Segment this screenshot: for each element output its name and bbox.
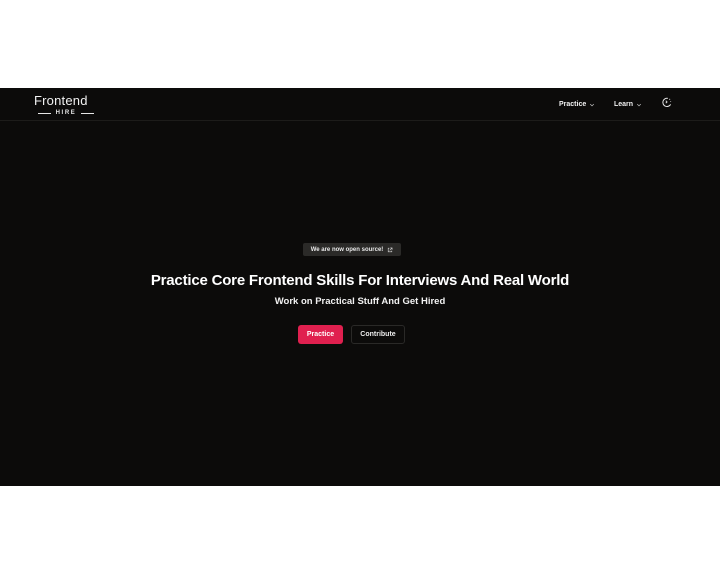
practice-button[interactable]: Practice <box>298 325 343 344</box>
logo-line-right <box>81 113 94 114</box>
nav-practice-label: Practice <box>559 101 587 108</box>
chevron-down-icon <box>637 103 642 107</box>
chevron-down-icon <box>590 103 595 107</box>
hero-subtitle: Work on Practical Stuff And Get Hired <box>274 296 446 307</box>
open-source-badge[interactable]: We are now open source! <box>303 243 401 256</box>
logo-subtitle-row: HIRE <box>38 110 94 116</box>
hero-title: Practice Core Frontend Skills For Interv… <box>150 272 570 289</box>
theme-toggle-icon[interactable] <box>661 97 672 108</box>
frontend-hire-logo[interactable]: Frontend HIRE <box>34 94 96 116</box>
badge-label: We are now open source! <box>310 246 384 253</box>
external-link-icon <box>388 247 393 252</box>
nav-practice-dropdown[interactable]: Practice <box>559 99 595 111</box>
app-screen: Frontend HIRE Practice Learn We are now … <box>0 88 720 486</box>
nav-learn-dropdown[interactable]: Learn <box>614 99 642 111</box>
nav-learn-label: Learn <box>614 101 634 108</box>
logo-text: Frontend <box>34 93 88 108</box>
top-navbar: Frontend HIRE Practice Learn <box>0 88 720 121</box>
contribute-button[interactable]: Contribute <box>351 325 405 344</box>
